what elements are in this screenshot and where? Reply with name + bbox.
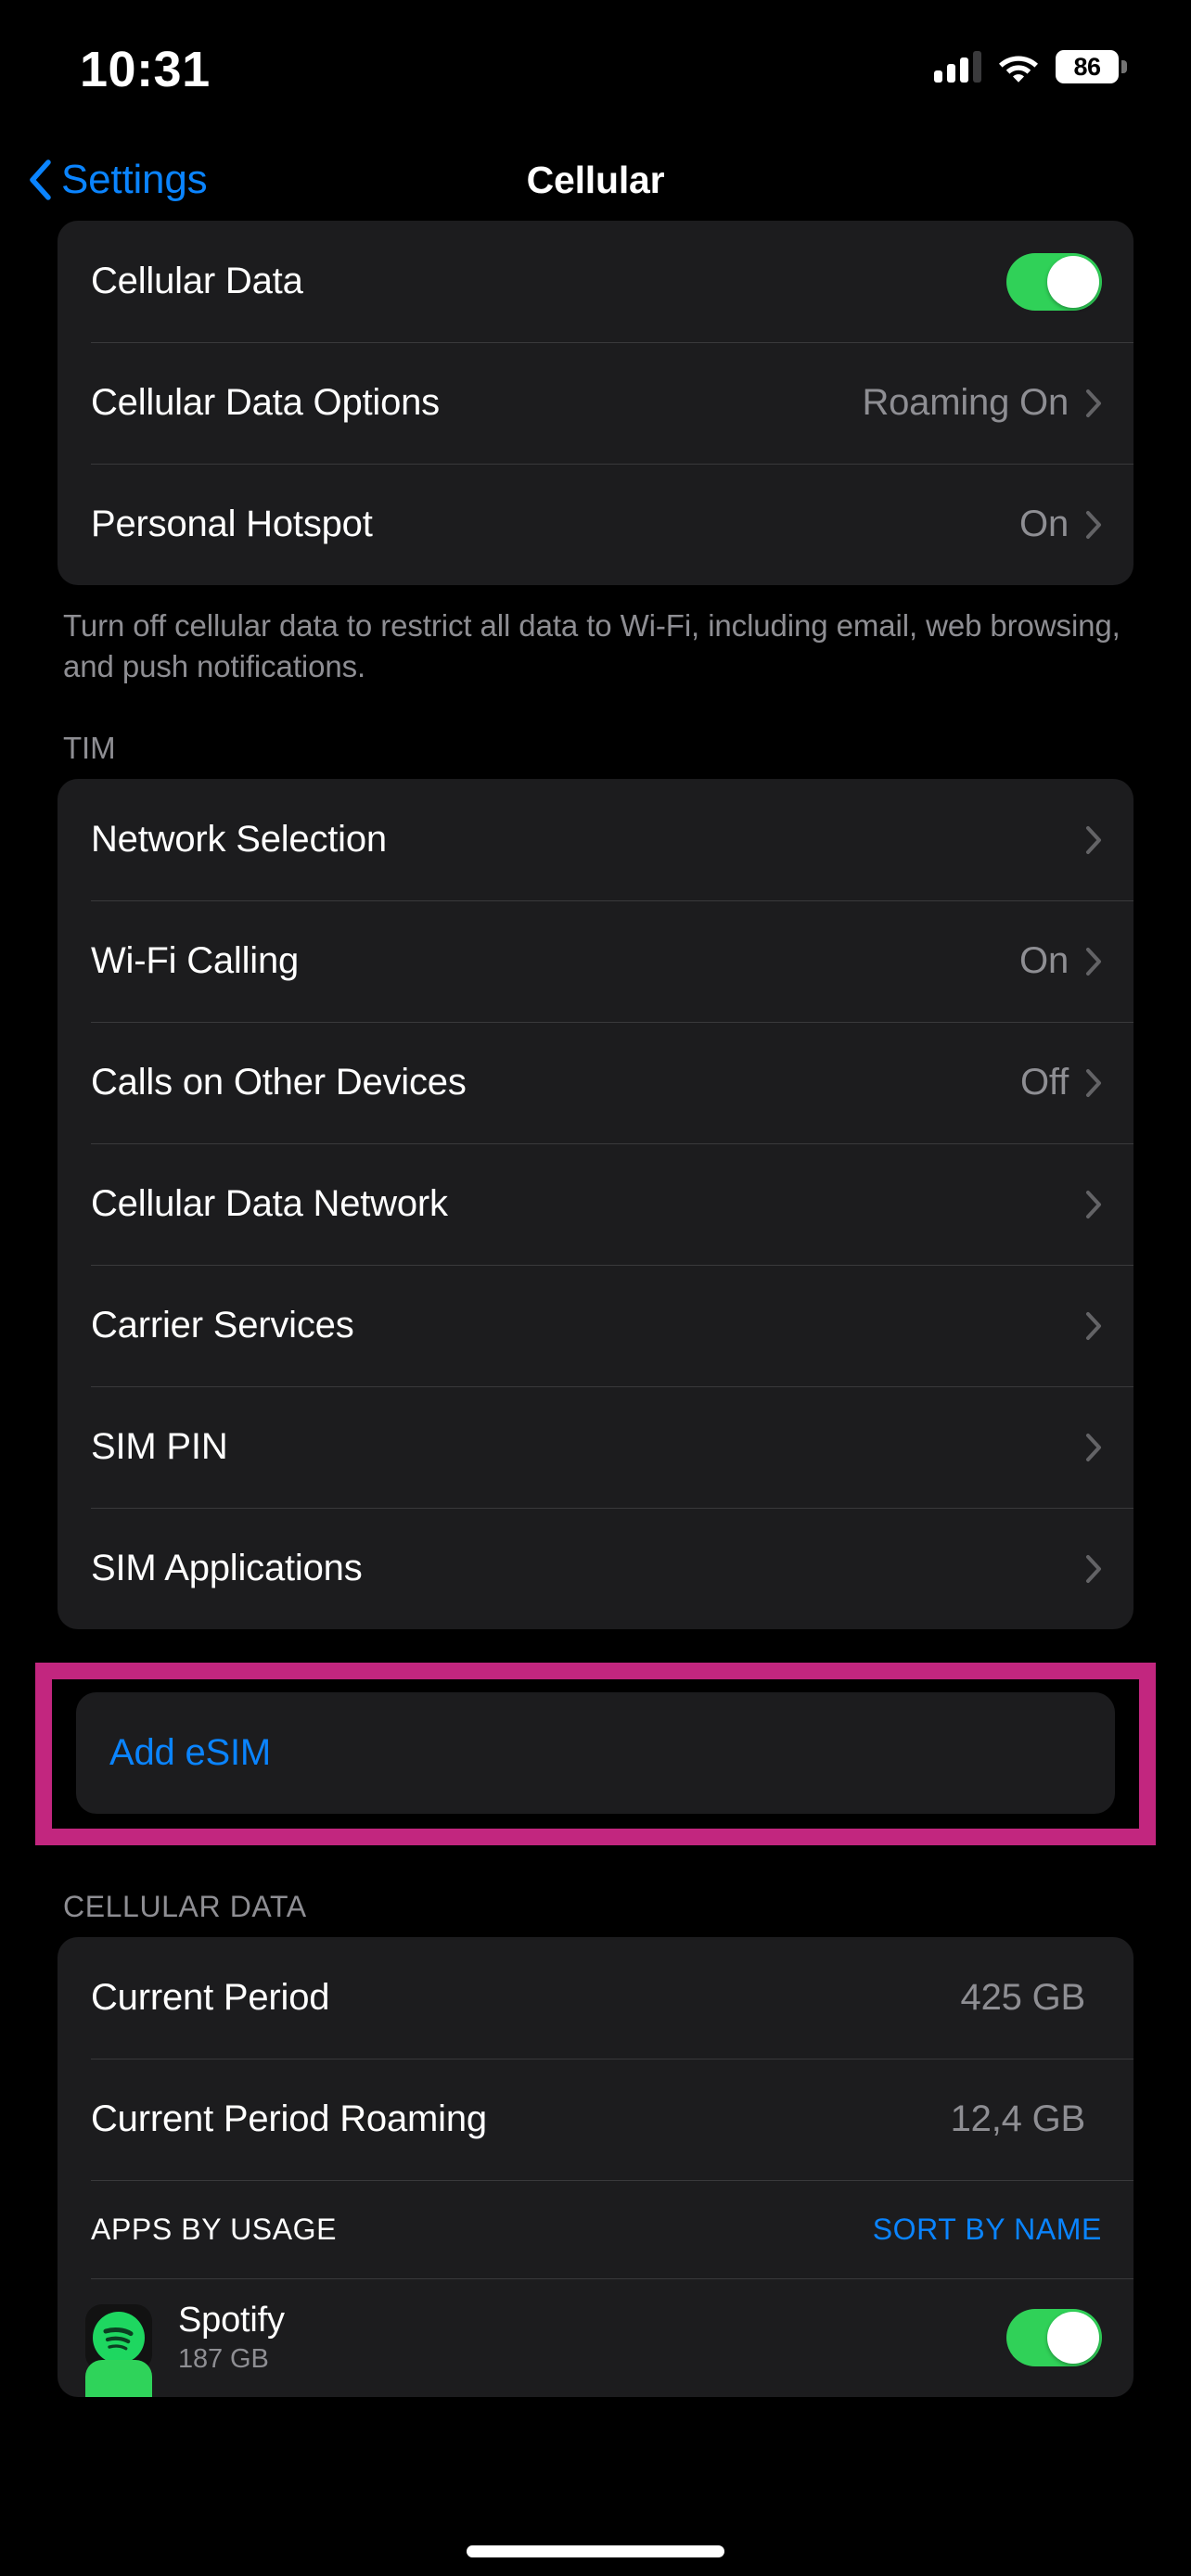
row-value: On (1019, 940, 1069, 982)
sort-by-name-button[interactable]: SORT BY NAME (873, 2213, 1102, 2247)
app-data-size: 187 GB (178, 2344, 269, 2375)
row-label: SIM PIN (91, 1426, 228, 1468)
row-label: Cellular Data Options (91, 382, 440, 423)
settings-list: Cellular Data Cellular Data Options Roam… (0, 221, 1191, 2398)
chevron-right-icon (1086, 1433, 1101, 1461)
row-cellular-data-options[interactable]: Cellular Data Options Roaming On (58, 342, 1133, 464)
home-indicator (467, 2545, 724, 2557)
row-personal-hotspot[interactable]: Personal Hotspot On (58, 464, 1133, 585)
row-add-esim[interactable]: Add eSIM (76, 1692, 1115, 1814)
apps-by-usage-label: APPS BY USAGE (91, 2212, 338, 2246)
wifi-icon (998, 51, 1039, 83)
row-label: SIM Applications (91, 1548, 363, 1589)
row-label: Personal Hotspot (91, 504, 373, 544)
cellular-data-usage-header: CELLULAR DATA (63, 1890, 307, 1924)
page-title: Cellular (526, 158, 665, 201)
row-current-period: Current Period 425 GB (58, 1937, 1133, 2059)
row-label: Current Period (91, 1977, 330, 2019)
chevron-right-icon (1086, 1068, 1101, 1097)
carrier-group: Network Selection Wi-Fi Calling On Calls… (58, 779, 1133, 1630)
chevron-right-icon (1086, 1190, 1101, 1218)
row-cellular-data[interactable]: Cellular Data (58, 221, 1133, 342)
row-label: Cellular Data (91, 261, 303, 301)
chevron-right-icon (1086, 1311, 1101, 1340)
cellular-bars-icon (934, 51, 981, 83)
next-app-icon-partial (85, 2360, 152, 2398)
row-label: Current Period Roaming (91, 2098, 487, 2140)
row-label: Network Selection (91, 819, 387, 861)
chevron-right-icon (1086, 510, 1101, 539)
chevron-right-icon (1086, 825, 1101, 854)
battery-icon: 86 (1056, 50, 1127, 83)
cellular-data-toggle[interactable] (1006, 252, 1102, 311)
cellular-data-footnote: Turn off cellular data to restrict all d… (63, 608, 1121, 683)
status-bar-time: 10:31 (80, 42, 211, 97)
row-value: 425 GB (960, 1977, 1086, 2019)
row-value: Off (1019, 1062, 1069, 1103)
app-text-block: Spotify 187 GB (178, 2301, 1006, 2375)
row-current-period-roaming: Current Period Roaming 12,4 GB (58, 2059, 1133, 2180)
row-value: Roaming On (862, 382, 1069, 423)
row-label: Calls on Other Devices (91, 1062, 467, 1103)
cellular-data-usage-group: Current Period 425 GB Current Period Roa… (58, 1937, 1133, 2398)
row-sim-applications[interactable]: SIM Applications (58, 1508, 1133, 1629)
row-label: Carrier Services (91, 1305, 354, 1346)
row-label: Wi-Fi Calling (91, 940, 300, 982)
cellular-data-group: Cellular Data Cellular Data Options Roam… (58, 221, 1133, 585)
row-label: Cellular Data Network (91, 1183, 448, 1225)
spotify-cellular-toggle[interactable] (1006, 2309, 1102, 2367)
row-value: On (1019, 504, 1069, 544)
row-calls-on-other-devices[interactable]: Calls on Other Devices Off (58, 1022, 1133, 1143)
status-bar: 10:31 86 (0, 0, 1191, 139)
row-cellular-data-network[interactable]: Cellular Data Network (58, 1143, 1133, 1265)
status-bar-indicators: 86 (934, 45, 1127, 89)
row-value: 12,4 GB (950, 2098, 1086, 2140)
app-name: Spotify (178, 2301, 285, 2340)
chevron-right-icon (1086, 389, 1101, 417)
battery-level: 86 (1073, 52, 1101, 81)
app-row-spotify[interactable]: Spotify 187 GB (58, 2278, 1133, 2397)
add-esim-highlight: Add eSIM (35, 1663, 1156, 1846)
chevron-right-icon (1086, 947, 1101, 976)
chevron-right-icon (1086, 1554, 1101, 1583)
row-network-selection[interactable]: Network Selection (58, 779, 1133, 900)
carrier-group-header: TIM (63, 731, 116, 766)
row-carrier-services[interactable]: Carrier Services (58, 1265, 1133, 1386)
add-esim-label: Add eSIM (109, 1732, 272, 1774)
row-sim-pin[interactable]: SIM PIN (58, 1386, 1133, 1508)
add-esim-group: Add eSIM (76, 1692, 1115, 1815)
navigation-bar: Settings Cellular (0, 139, 1191, 221)
row-wifi-calling[interactable]: Wi-Fi Calling On (58, 900, 1133, 1022)
apps-by-usage-header: APPS BY USAGE SORT BY NAME (58, 2180, 1133, 2278)
iphone-screen: 10:31 86 Settings Cellular Cellular Data… (0, 0, 1191, 2576)
